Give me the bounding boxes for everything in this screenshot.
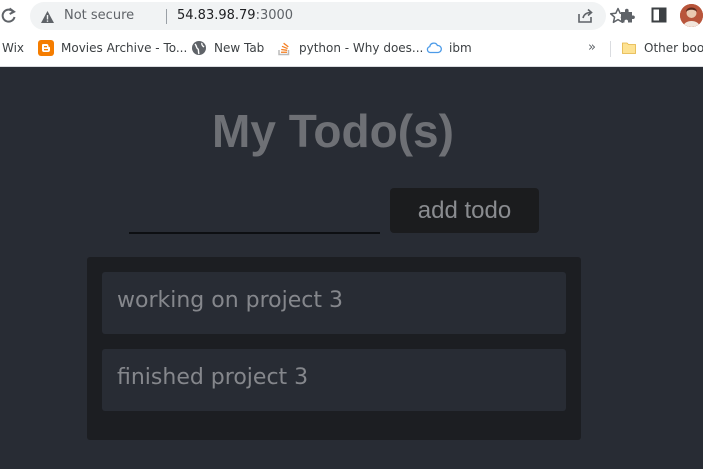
browser-toolbar: Not secure 54.83.98.79:3000 — [0, 0, 703, 33]
url-text[interactable]: 54.83.98.79:3000 — [177, 8, 293, 23]
bookmark-label: Wix — [2, 41, 25, 55]
globe-icon — [191, 40, 207, 56]
side-panel-icon[interactable] — [651, 7, 667, 23]
todo-input[interactable] — [129, 190, 380, 234]
bookmark-python[interactable]: python - Why does... — [276, 39, 423, 57]
bookmark-new-tab[interactable]: New Tab — [191, 39, 264, 57]
todo-item[interactable]: working on project 3 — [102, 272, 566, 334]
url-host: 54.83.98.79 — [177, 8, 256, 23]
todo-item[interactable]: finished project 3 — [102, 349, 566, 411]
todo-list: working on project 3 finished project 3 — [87, 257, 581, 440]
more-bookmarks-button[interactable]: » — [588, 40, 596, 55]
bookmark-wix[interactable]: Wix — [2, 39, 24, 57]
cloud-icon — [426, 40, 442, 56]
bookmark-label: python - Why does... — [299, 41, 424, 55]
address-divider — [166, 9, 167, 24]
blogger-icon — [38, 39, 54, 56]
browser-chrome: Not secure 54.83.98.79:3000 Wix Movies A… — [0, 0, 703, 67]
warning-icon[interactable] — [40, 9, 55, 23]
bookmark-label: Movies Archive - To... — [61, 41, 188, 55]
todo-text: finished project 3 — [117, 365, 309, 390]
extensions-icon[interactable] — [619, 7, 636, 24]
todo-text: working on project 3 — [117, 288, 343, 313]
share-icon[interactable] — [576, 8, 594, 24]
bookmarks-bar: Wix Movies Archive - To... New Tab pytho… — [0, 33, 703, 63]
reload-icon[interactable] — [0, 5, 20, 27]
security-status[interactable]: Not secure — [64, 8, 134, 23]
stackoverflow-icon — [276, 40, 292, 56]
bookmark-label: ibm — [449, 41, 472, 55]
page-title: My Todo(s) — [212, 105, 454, 157]
folder-icon — [621, 40, 637, 56]
bookmark-label: New Tab — [214, 41, 265, 55]
bookmarks-divider — [610, 41, 611, 57]
address-bar[interactable]: Not secure 54.83.98.79:3000 — [30, 2, 627, 30]
profile-avatar[interactable] — [680, 4, 703, 27]
add-todo-button[interactable]: add todo — [390, 188, 539, 233]
other-bookmarks[interactable]: Other book — [621, 39, 703, 57]
bookmark-ibm[interactable]: ibm — [426, 39, 472, 57]
url-port: :3000 — [255, 8, 294, 23]
bookmark-movies-archive[interactable]: Movies Archive - To... — [38, 39, 187, 57]
bookmark-label: Other book — [644, 41, 703, 55]
